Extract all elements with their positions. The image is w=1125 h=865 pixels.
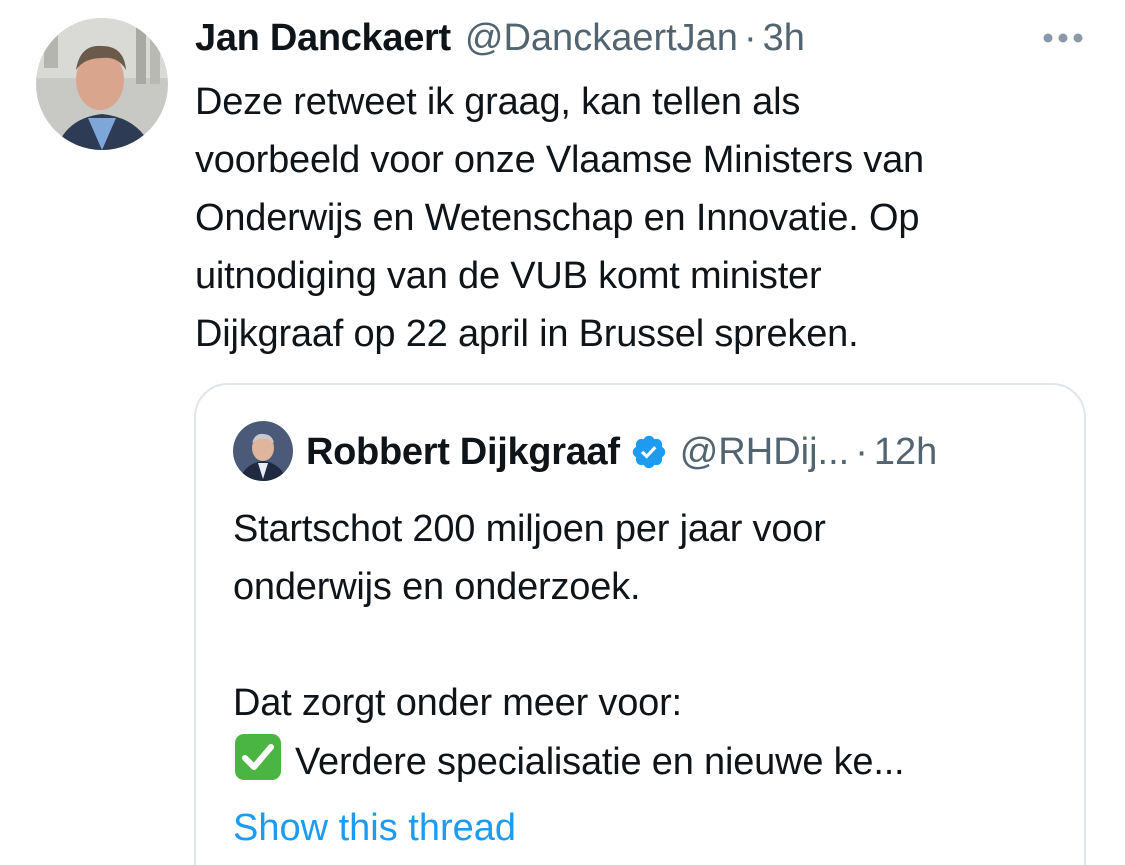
quoted-author-avatar[interactable] xyxy=(233,421,293,481)
author-avatar[interactable] xyxy=(36,18,168,150)
quoted-tweet-timestamp[interactable]: 12h xyxy=(874,431,937,474)
verified-badge-icon xyxy=(630,433,668,471)
author-handle[interactable]: @DanckaertJan xyxy=(465,17,738,60)
quoted-tweet-card[interactable]: Robbert Dijkgraaf @RHDij... · 12h Starts… xyxy=(194,383,1086,865)
quoted-author-handle[interactable]: @RHDij... xyxy=(680,431,849,474)
quoted-tweet-text-main: Startschot 200 miljoen per jaar voor ond… xyxy=(233,508,826,724)
tweet-text: Deze retweet ik graag, kan tellen als vo… xyxy=(195,81,924,355)
quoted-tweet-header: Robbert Dijkgraaf @RHDij... · 12h xyxy=(306,427,937,477)
tweet[interactable]: Jan Danckaert @DanckaertJan · 3h Deze re… xyxy=(0,0,1125,865)
quoted-tweet-text-continued: Verdere specialisatie en nieuwe ke... xyxy=(295,741,905,783)
tweet-header: Jan Danckaert @DanckaertJan · 3h xyxy=(195,14,805,62)
separator-dot: · xyxy=(743,16,757,59)
check-mark-button-icon xyxy=(233,732,283,782)
tweet-timestamp[interactable]: 3h xyxy=(763,17,805,60)
quoted-tweet-text: Startschot 200 miljoen per jaar voor ond… xyxy=(233,500,1063,791)
more-horizontal-icon[interactable] xyxy=(1040,30,1086,46)
quoted-separator-dot: · xyxy=(855,430,868,473)
author-name[interactable]: Jan Danckaert xyxy=(195,17,451,60)
quoted-author-name[interactable]: Robbert Dijkgraaf xyxy=(306,431,620,474)
show-thread-link[interactable]: Show this thread xyxy=(233,799,516,857)
